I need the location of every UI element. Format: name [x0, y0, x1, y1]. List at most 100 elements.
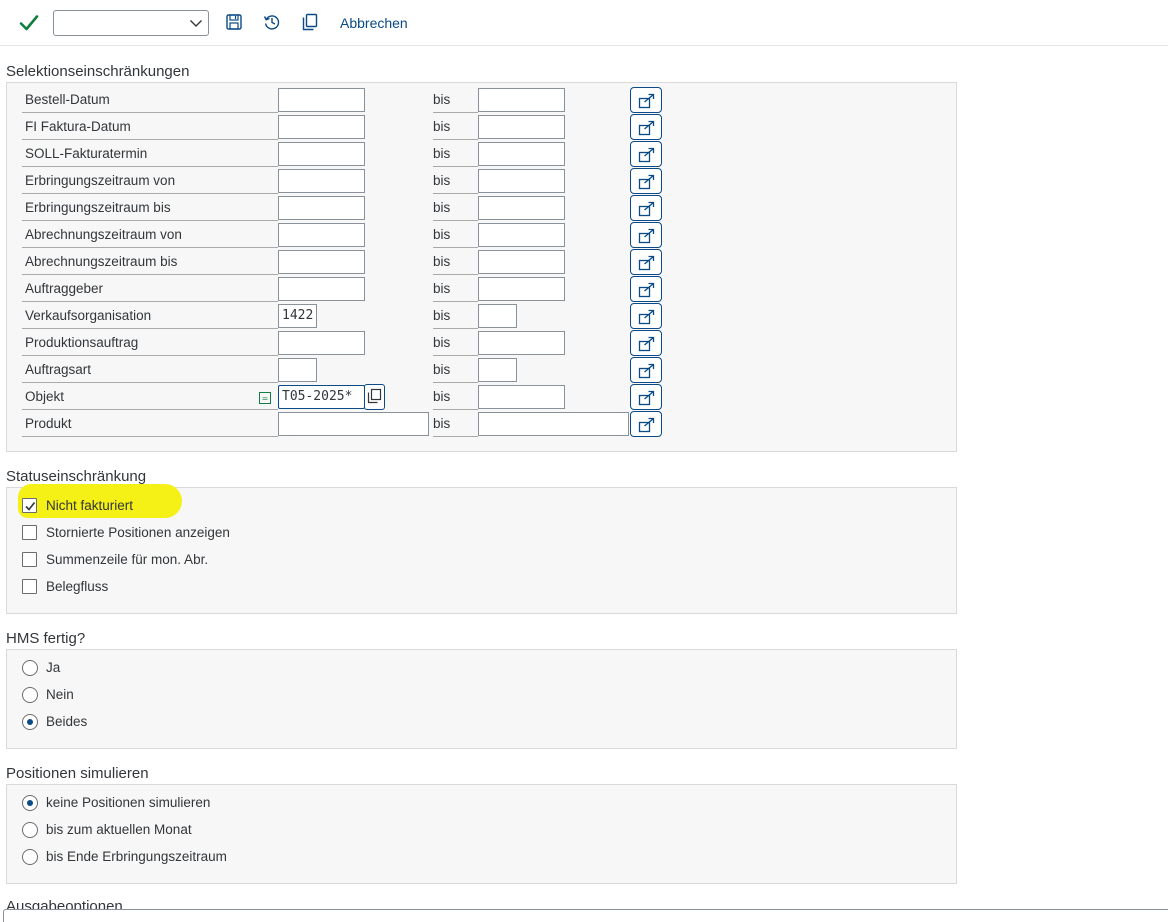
execute-checkmark-icon[interactable] [18, 12, 40, 34]
save-icon[interactable] [225, 13, 243, 31]
selection-row-label: Bestell-Datum [22, 88, 278, 113]
variant-dropdown[interactable] [53, 10, 209, 36]
radio-label: Ja [46, 660, 61, 675]
svg-text:=: = [262, 394, 269, 403]
to-input[interactable] [478, 169, 565, 193]
bis-label: bis [433, 385, 478, 410]
checkbox-label: Nicht fakturiert [46, 498, 134, 513]
bis-label: bis [433, 304, 478, 329]
bis-label: bis [433, 196, 478, 221]
to-input[interactable] [478, 277, 565, 301]
bis-label: bis [433, 223, 478, 248]
multiple-selection-button[interactable] [630, 114, 662, 140]
to-input[interactable] [478, 331, 565, 355]
checkbox-label: Belegfluss [46, 579, 109, 594]
to-input[interactable] [478, 412, 629, 436]
selection-row-label: Objekt [22, 385, 278, 410]
cancel-button[interactable]: Abbrechen [340, 15, 408, 31]
from-input[interactable]: 1422 [278, 304, 317, 328]
from-input[interactable] [278, 142, 365, 166]
selection-row-label: Verkaufsorganisation [22, 304, 278, 329]
from-input[interactable] [278, 331, 365, 355]
from-input[interactable] [278, 196, 365, 220]
to-input[interactable] [478, 115, 565, 139]
chevron-down-icon [188, 15, 204, 31]
to-input[interactable] [478, 358, 517, 382]
multiple-selection-button[interactable] [630, 303, 662, 329]
value-help-icon[interactable]: = [259, 391, 271, 404]
to-input[interactable] [478, 385, 565, 409]
selection-row-label: Auftragsart [22, 358, 278, 383]
radio-button[interactable] [22, 849, 38, 865]
bis-label: bis [433, 277, 478, 302]
radio-selected-dot [27, 719, 33, 725]
selection-row-label: Erbringungszeitraum bis [22, 196, 278, 221]
checkbox[interactable] [22, 552, 37, 567]
multiple-selection-button[interactable] [630, 87, 662, 113]
selection-row-label: SOLL-Fakturatermin [22, 142, 278, 167]
from-input[interactable] [278, 88, 365, 112]
toolbar: Abbrechen [0, 0, 1168, 46]
multiple-selection-button[interactable] [630, 330, 662, 356]
bis-label: bis [433, 412, 478, 437]
selection-row-label: Abrechnungszeitraum von [22, 223, 278, 248]
multiple-selection-button[interactable] [630, 222, 662, 248]
radio-button[interactable] [22, 660, 38, 676]
from-input[interactable] [278, 277, 365, 301]
radio-button[interactable] [22, 822, 38, 838]
bottom-input-field[interactable] [3, 909, 1168, 922]
multiple-selection-button[interactable] [630, 276, 662, 302]
radio-label: keine Positionen simulieren [46, 795, 211, 810]
radio-button[interactable] [22, 714, 38, 730]
from-input[interactable] [278, 358, 317, 382]
bis-label: bis [433, 169, 478, 194]
from-input[interactable]: T05-2025* [278, 385, 365, 409]
copy-icon[interactable] [301, 13, 319, 31]
selection-row-label: Abrechnungszeitraum bis [22, 250, 278, 275]
bis-label: bis [433, 250, 478, 275]
multiple-selection-copy-icon[interactable] [364, 384, 385, 410]
checkbox[interactable] [22, 525, 37, 540]
checkbox-label: Summenzeile für mon. Abr. [46, 552, 209, 567]
to-input[interactable] [478, 223, 565, 247]
bis-label: bis [433, 142, 478, 167]
multiple-selection-button[interactable] [630, 384, 662, 410]
selection-row-label: FI Faktura-Datum [22, 115, 278, 140]
to-input[interactable] [478, 250, 565, 274]
radio-label: Beides [46, 714, 88, 729]
to-input[interactable] [478, 142, 565, 166]
multiple-selection-button[interactable] [630, 411, 662, 437]
bis-label: bis [433, 331, 478, 356]
from-input[interactable] [278, 223, 365, 247]
next-section-title: Ausgabeoptionen [6, 898, 123, 909]
multiple-selection-button[interactable] [630, 141, 662, 167]
radio-label: bis zum aktuellen Monat [46, 822, 192, 837]
radio-label: bis Ende Erbringungszeitraum [46, 849, 227, 864]
hms-panel [6, 649, 957, 749]
selection-row-label: Produkt [22, 412, 278, 437]
multiple-selection-button[interactable] [630, 249, 662, 275]
to-input[interactable] [478, 88, 565, 112]
selection-section-title: Selektionseinschränkungen [6, 63, 190, 80]
simulate-section-title: Positionen simulieren [6, 765, 149, 782]
to-input[interactable] [478, 196, 565, 220]
hms-section-title: HMS fertig? [6, 630, 86, 647]
from-input[interactable] [278, 169, 365, 193]
from-input[interactable] [278, 250, 365, 274]
selection-row-label: Produktionsauftrag [22, 331, 278, 356]
multiple-selection-button[interactable] [630, 195, 662, 221]
radio-label: Nein [46, 687, 74, 702]
checkbox[interactable] [22, 498, 37, 513]
history-icon[interactable] [263, 13, 281, 31]
radio-button[interactable] [22, 795, 38, 811]
multiple-selection-button[interactable] [630, 168, 662, 194]
bis-label: bis [433, 115, 478, 140]
from-input[interactable] [278, 115, 365, 139]
to-input[interactable] [478, 304, 517, 328]
multiple-selection-button[interactable] [630, 357, 662, 383]
selection-row-label: Auftraggeber [22, 277, 278, 302]
checkbox[interactable] [22, 579, 37, 594]
radio-button[interactable] [22, 687, 38, 703]
checkbox-label: Stornierte Positionen anzeigen [46, 525, 230, 540]
from-input[interactable] [278, 412, 429, 436]
